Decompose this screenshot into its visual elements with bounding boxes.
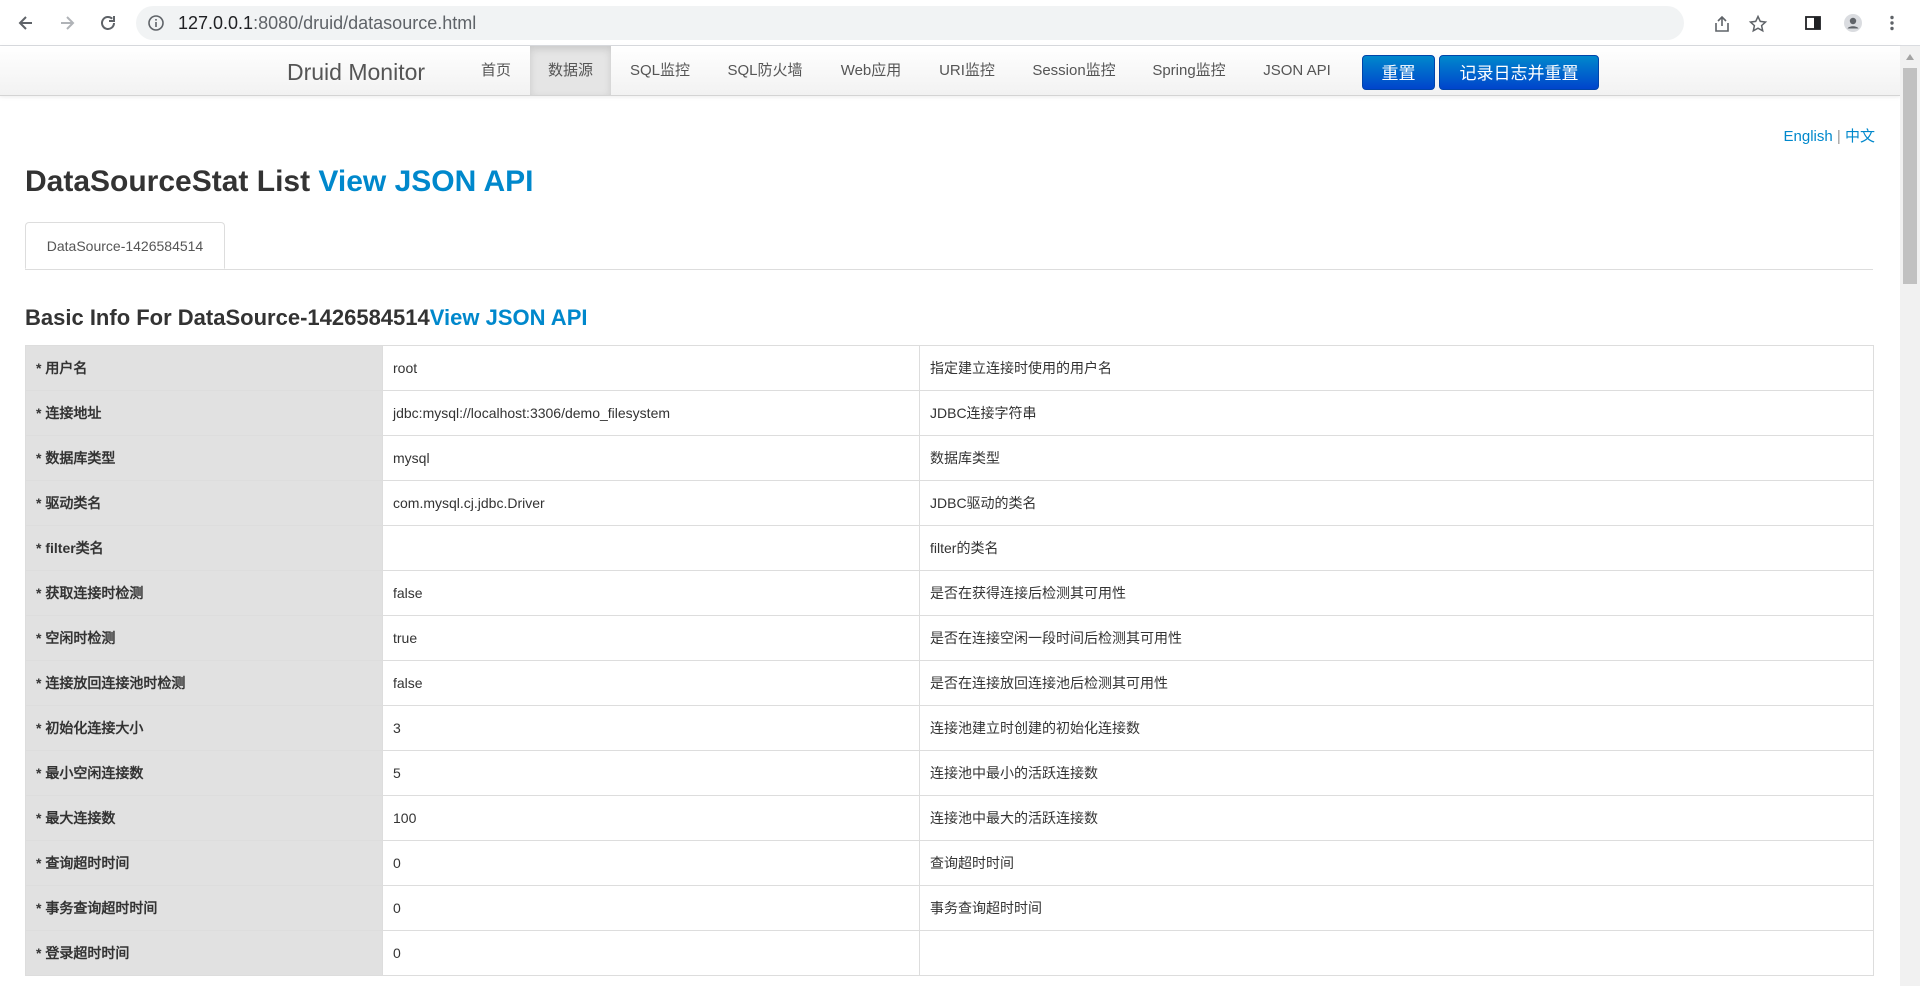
nav-item-sql-monitor[interactable]: SQL监控: [621, 46, 699, 95]
table-row: * 登录超时时间 0: [25, 930, 1874, 976]
row-value: jdbc:mysql://localhost:3306/demo_filesys…: [382, 390, 920, 436]
row-value: 3: [382, 705, 920, 751]
row-key: * 空闲时检测: [25, 615, 383, 661]
nav-item-json-api[interactable]: JSON API: [1254, 46, 1340, 95]
language-switch: English | 中文: [1784, 125, 1875, 146]
menu-kebab-icon[interactable]: [1878, 9, 1906, 37]
row-key: * 获取连接时检测: [25, 570, 383, 616]
row-key: * 登录超时时间: [25, 930, 383, 976]
address-bar[interactable]: 127.0.0.1:8080/druid/datasource.html: [136, 6, 1768, 40]
row-desc: 是否在连接放回连接池后检测其可用性: [919, 660, 1874, 706]
row-value: com.mysql.cj.jdbc.Driver: [382, 480, 920, 526]
forward-icon[interactable]: [53, 9, 81, 37]
nav-item-uri-monitor[interactable]: URI监控: [930, 46, 1004, 95]
browser-toolbar: 127.0.0.1:8080/druid/datasource.html: [0, 0, 1920, 46]
nav-item-sql-firewall[interactable]: SQL防火墙: [717, 46, 813, 95]
table-row: * 初始化连接大小 3 连接池建立时创建的初始化连接数: [25, 705, 1874, 751]
table-row: * 数据库类型 mysql 数据库类型: [25, 435, 1874, 481]
sidebar-icon[interactable]: [1799, 9, 1827, 37]
page-scrollbar[interactable]: [1900, 46, 1920, 986]
row-desc: 指定建立连接时使用的用户名: [919, 345, 1874, 391]
row-value: false: [382, 660, 920, 706]
datasource-tabs: DataSource-1426584514: [25, 222, 1873, 270]
row-value: 5: [382, 750, 920, 796]
row-desc: 连接池中最大的活跃连接数: [919, 795, 1874, 841]
row-value: 0: [382, 885, 920, 931]
page-title: DataSourceStat List View JSON API: [25, 165, 534, 199]
back-icon[interactable]: [12, 9, 40, 37]
table-row: * 连接地址 jdbc:mysql://localhost:3306/demo_f…: [25, 390, 1874, 436]
reload-icon[interactable]: [94, 9, 122, 37]
row-desc: 是否在获得连接后检测其可用性: [919, 570, 1874, 616]
brand-title[interactable]: Druid Monitor: [287, 59, 425, 86]
row-value: 0: [382, 840, 920, 886]
view-json-api-link[interactable]: View JSON API: [318, 165, 533, 198]
row-desc: 事务查询超时时间: [919, 885, 1874, 931]
scroll-up-icon[interactable]: [1900, 48, 1920, 65]
row-value: true: [382, 615, 920, 661]
url-host: 127.0.0.1: [178, 13, 254, 33]
row-desc: JDBC连接字符串: [919, 390, 1874, 436]
table-row: * 获取连接时检测 false 是否在获得连接后检测其可用性: [25, 570, 1874, 616]
nav-item-session-monitor[interactable]: Session监控: [1023, 46, 1125, 95]
bookmark-star-icon[interactable]: [1748, 14, 1768, 34]
row-key: * filter类名: [25, 525, 383, 571]
row-desc: 连接池建立时创建的初始化连接数: [919, 705, 1874, 751]
row-key: * 最大连接数: [25, 795, 383, 841]
row-desc: 是否在连接空闲一段时间后检测其可用性: [919, 615, 1874, 661]
scroll-thumb[interactable]: [1903, 68, 1917, 284]
lang-separator: |: [1836, 128, 1841, 145]
table-row: * 连接放回连接池时检测 false 是否在连接放回连接池后检测其可用性: [25, 660, 1874, 706]
row-desc: 数据库类型: [919, 435, 1874, 481]
nav-item-home[interactable]: 首页: [465, 46, 527, 95]
row-value: root: [382, 345, 920, 391]
row-value: 0: [382, 930, 920, 976]
site-info-icon[interactable]: [146, 13, 166, 33]
table-row: * filter类名 filter的类名: [25, 525, 1874, 571]
nav-item-web-app[interactable]: Web应用: [831, 46, 911, 95]
section-title: Basic Info For DataSource-1426584514View…: [25, 305, 587, 331]
profile-icon[interactable]: [1839, 9, 1867, 37]
table-row: * 最大连接数 100 连接池中最大的活跃连接数: [25, 795, 1874, 841]
row-value: [382, 525, 920, 571]
url-path: :8080/druid/datasource.html: [253, 13, 477, 33]
row-key: * 数据库类型: [25, 435, 383, 481]
section-json-api-link[interactable]: View JSON API: [430, 305, 588, 330]
row-desc: 查询超时时间: [919, 840, 1874, 886]
row-key: * 初始化连接大小: [25, 705, 383, 751]
table-row: * 事务查询超时时间 0 事务查询超时时间: [25, 885, 1874, 931]
row-desc: JDBC驱动的类名: [919, 480, 1874, 526]
basic-info-table: * 用户名 root 指定建立连接时使用的用户名 * 连接地址 jdbc:mysql:…: [25, 345, 1874, 976]
row-desc: filter的类名: [919, 525, 1874, 571]
nav-item-spring-monitor[interactable]: Spring监控: [1143, 46, 1235, 95]
row-key: * 事务查询超时时间: [25, 885, 383, 931]
table-row: * 查询超时时间 0 查询超时时间: [25, 840, 1874, 886]
log-and-reset-button[interactable]: 记录日志并重置: [1439, 55, 1599, 90]
row-key: * 查询超时时间: [25, 840, 383, 886]
section-title-text: Basic Info For DataSource-1426584514: [25, 305, 430, 330]
row-value: mysql: [382, 435, 920, 481]
row-key: * 最小空闲连接数: [25, 750, 383, 796]
row-desc: [919, 930, 1874, 976]
tab-datasource[interactable]: DataSource-1426584514: [25, 222, 225, 269]
row-value: false: [382, 570, 920, 616]
table-row: * 驱动类名 com.mysql.cj.jdbc.Driver JDBC驱动的类名: [25, 480, 1874, 526]
table-row: * 空闲时检测 true 是否在连接空闲一段时间后检测其可用性: [25, 615, 1874, 661]
row-key: * 用户名: [25, 345, 383, 391]
nav-item-datasource[interactable]: 数据源: [530, 46, 611, 95]
share-icon[interactable]: [1712, 14, 1732, 34]
row-key: * 连接地址: [25, 390, 383, 436]
lang-chinese-link[interactable]: 中文: [1845, 128, 1875, 145]
row-desc: 连接池中最小的活跃连接数: [919, 750, 1874, 796]
row-key: * 驱动类名: [25, 480, 383, 526]
reset-button[interactable]: 重置: [1362, 55, 1435, 90]
row-value: 100: [382, 795, 920, 841]
row-key: * 连接放回连接池时检测: [25, 660, 383, 706]
table-row: * 最小空闲连接数 5 连接池中最小的活跃连接数: [25, 750, 1874, 796]
url-text: 127.0.0.1:8080/druid/datasource.html: [178, 14, 476, 32]
table-row: * 用户名 root 指定建立连接时使用的用户名: [25, 345, 1874, 391]
page-title-text: DataSourceStat List: [25, 165, 319, 198]
lang-english-link[interactable]: English: [1784, 128, 1833, 145]
druid-navbar: Druid Monitor 首页 数据源 SQL监控 SQL防火墙 Web应用 …: [0, 46, 1900, 96]
